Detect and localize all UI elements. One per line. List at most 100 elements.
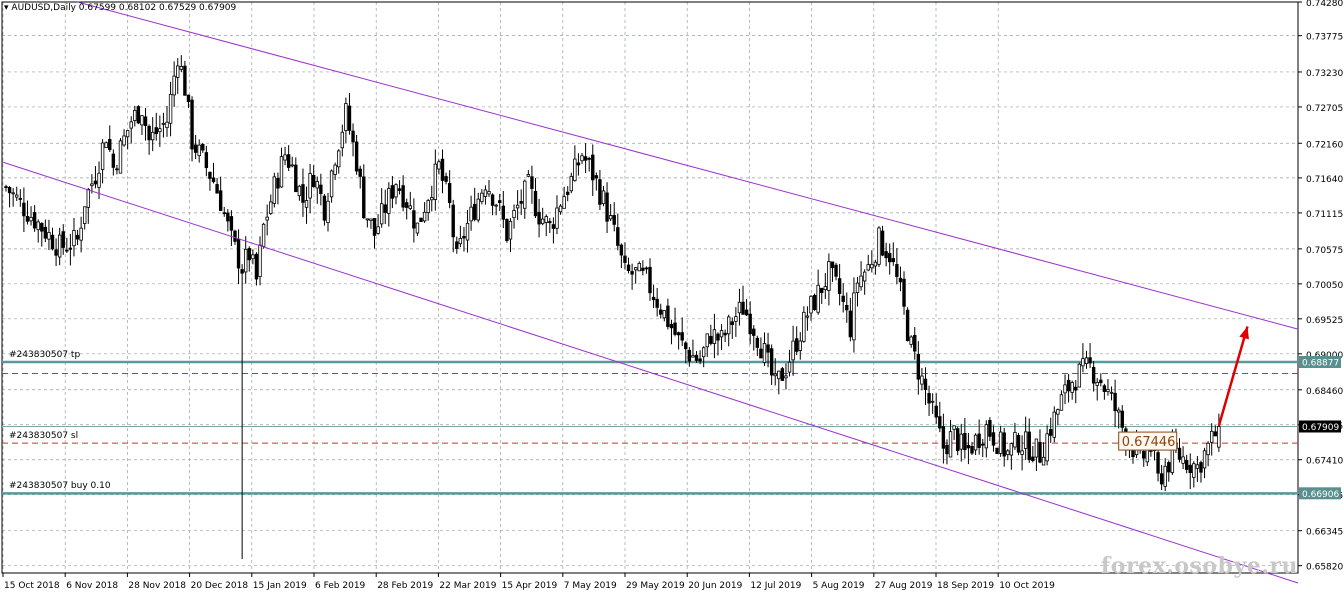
candle-body bbox=[694, 354, 699, 361]
candle-body bbox=[862, 271, 867, 282]
candle-body bbox=[465, 222, 470, 241]
candle-body bbox=[626, 264, 631, 271]
candle-body bbox=[780, 368, 785, 381]
candle-body bbox=[637, 263, 641, 272]
candle-body bbox=[344, 103, 348, 131]
candle-body bbox=[476, 198, 480, 221]
candle-body bbox=[168, 93, 173, 124]
candle-body bbox=[698, 358, 702, 362]
candle-body bbox=[998, 431, 1003, 454]
candle-body bbox=[802, 311, 806, 342]
candle-body bbox=[337, 150, 341, 168]
candle-body bbox=[798, 340, 802, 351]
candle-body bbox=[1113, 392, 1117, 412]
candle-body bbox=[236, 238, 241, 269]
candle-body bbox=[136, 106, 141, 124]
candle-body bbox=[122, 135, 126, 146]
candle-body bbox=[158, 128, 162, 133]
annotation-price-text: 0.67446 bbox=[1122, 435, 1176, 450]
candle-body bbox=[605, 192, 609, 222]
candle-body bbox=[1081, 358, 1085, 367]
candle-body bbox=[490, 194, 495, 206]
y-tick-label: 0.73775 bbox=[1306, 33, 1343, 43]
candle-body bbox=[719, 330, 724, 338]
candle-body bbox=[304, 200, 309, 208]
candle-body bbox=[215, 184, 219, 194]
candle-body bbox=[47, 232, 51, 240]
candle-body bbox=[1213, 431, 1217, 437]
candle-body bbox=[294, 164, 298, 193]
candle-body bbox=[57, 234, 62, 258]
candle-body bbox=[920, 375, 924, 385]
candle-body bbox=[988, 420, 992, 437]
candle-body bbox=[372, 218, 377, 236]
candle-body bbox=[1045, 433, 1049, 462]
candle-body bbox=[877, 227, 881, 265]
collapse-triangle-icon[interactable]: ▾ bbox=[4, 3, 9, 13]
order-label-tp: #243830507 tp bbox=[9, 349, 81, 360]
candle-body bbox=[1167, 462, 1171, 473]
candle-body bbox=[1084, 357, 1089, 364]
candle-body bbox=[150, 131, 155, 141]
candle-body bbox=[834, 264, 838, 277]
x-tick-label: 15 Jan 2019 bbox=[253, 581, 307, 591]
candle-body bbox=[744, 309, 749, 316]
candle-body bbox=[1149, 450, 1153, 452]
candle-body bbox=[104, 142, 108, 148]
candle-body bbox=[1095, 381, 1099, 386]
candle-body bbox=[201, 144, 205, 151]
candle-body bbox=[523, 180, 527, 209]
candle-body bbox=[895, 264, 899, 277]
candle-body bbox=[623, 255, 627, 263]
x-tick-label: 10 Oct 2019 bbox=[999, 581, 1055, 591]
candle-body bbox=[354, 141, 359, 172]
candle-body bbox=[290, 164, 294, 167]
candle-body bbox=[93, 180, 98, 185]
candle-body bbox=[551, 224, 556, 229]
candle-body bbox=[709, 335, 713, 344]
candle-body bbox=[730, 321, 734, 325]
x-tick-label: 6 Feb 2019 bbox=[315, 581, 366, 591]
candle-body bbox=[247, 248, 251, 261]
candle-body bbox=[40, 223, 44, 232]
candle-body bbox=[4, 186, 8, 189]
candle-body bbox=[100, 142, 105, 170]
chart-background bbox=[0, 0, 1344, 593]
candle-body bbox=[948, 431, 953, 458]
candle-body bbox=[29, 216, 33, 222]
y-tick-label: 0.65820 bbox=[1306, 563, 1343, 573]
candle-body bbox=[415, 222, 420, 234]
candle-body bbox=[1206, 442, 1210, 456]
candle-body bbox=[512, 210, 516, 219]
candle-body bbox=[1106, 389, 1110, 392]
candle-body bbox=[143, 116, 148, 126]
candle-body bbox=[934, 405, 938, 418]
candle-body bbox=[261, 223, 266, 247]
candle-body bbox=[61, 231, 65, 248]
chart-area[interactable]: 0.74280 0.73775 0.73230 0.72705 0.72160 0.716… bbox=[0, 0, 1344, 593]
candle-body bbox=[387, 188, 391, 214]
candle-body bbox=[823, 286, 828, 290]
candle-body bbox=[633, 267, 638, 271]
candle-body bbox=[433, 163, 438, 200]
candle-body bbox=[777, 370, 781, 380]
candle-body bbox=[809, 295, 813, 314]
candle-body bbox=[308, 173, 312, 199]
candle-body bbox=[1034, 438, 1039, 458]
price-badge-text: 0.66906 bbox=[1302, 490, 1339, 500]
candle-body bbox=[319, 184, 323, 194]
candle-body bbox=[125, 130, 130, 138]
candle-body bbox=[115, 168, 119, 171]
candle-body bbox=[183, 65, 187, 96]
candle-body bbox=[991, 432, 996, 446]
candle-body bbox=[498, 200, 502, 203]
candlestick-chart[interactable]: 0.74280 0.73775 0.73230 0.72705 0.72160 0.716… bbox=[0, 0, 1344, 593]
candle-body bbox=[333, 164, 337, 175]
candle-body bbox=[963, 433, 967, 451]
candle-body bbox=[601, 190, 606, 205]
candle-body bbox=[383, 204, 387, 213]
candle-body bbox=[326, 200, 330, 224]
y-tick-label: 0.67410 bbox=[1306, 457, 1343, 467]
candle-body bbox=[1020, 450, 1024, 455]
candle-body bbox=[841, 295, 845, 302]
